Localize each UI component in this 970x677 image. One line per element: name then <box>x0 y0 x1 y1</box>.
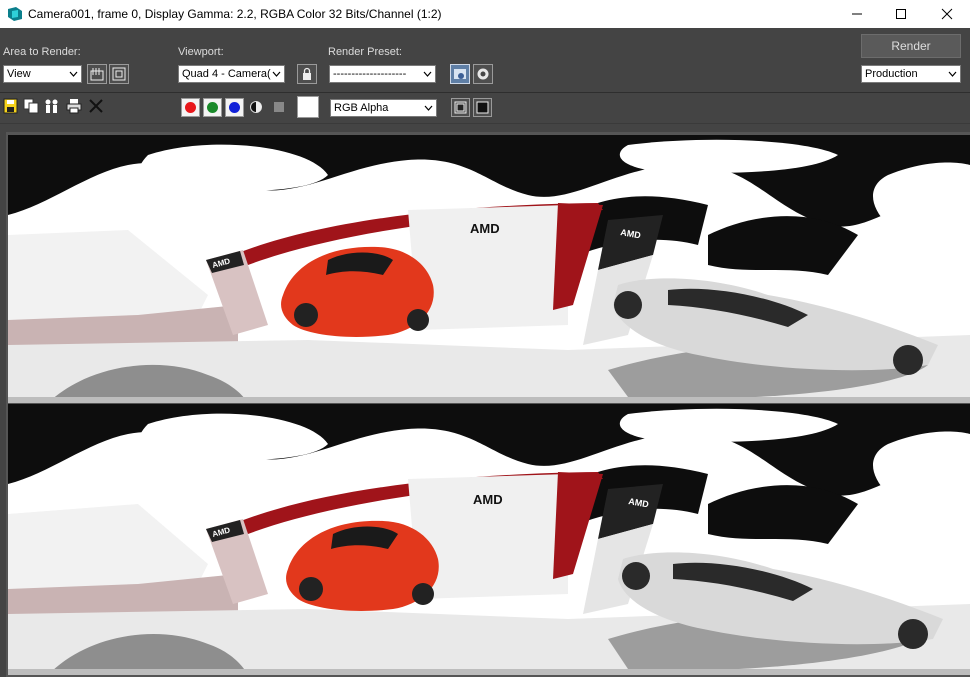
copy-icon[interactable] <box>23 98 39 114</box>
production-value: Production <box>865 68 918 80</box>
blue-dot-icon <box>229 102 240 113</box>
red-channel-toggle[interactable] <box>181 98 200 117</box>
window-toggle-button[interactable] <box>473 98 492 117</box>
production-dropdown[interactable]: Production <box>861 65 961 83</box>
environment-icon <box>454 69 466 79</box>
lock-viewport-button[interactable] <box>297 64 317 84</box>
title-bar: Camera001, frame 0, Display Gamma: 2.2, … <box>0 0 970 28</box>
area-to-render-dropdown[interactable]: View <box>3 65 82 83</box>
app-icon <box>8 7 22 21</box>
color-swatch[interactable] <box>297 96 319 118</box>
display-icon <box>454 101 467 114</box>
clone-icon[interactable] <box>44 98 60 114</box>
alpha-icon[interactable] <box>249 100 263 114</box>
render-panel-top: AMD AMD AMD <box>8 135 970 403</box>
maximize-icon <box>896 9 906 19</box>
render-setup-button[interactable] <box>450 64 470 84</box>
edit-region-button[interactable] <box>87 64 107 84</box>
toolbar-divider <box>0 92 970 93</box>
minimize-button[interactable] <box>834 0 880 28</box>
green-channel-toggle[interactable] <box>203 98 222 117</box>
close-icon <box>941 8 953 20</box>
render-image-top: AMD AMD AMD <box>8 135 970 403</box>
teapot-icon <box>477 68 489 80</box>
viewport-dropdown[interactable]: Quad 4 - Camera( <box>178 65 285 83</box>
chevron-down-icon <box>423 71 432 77</box>
minimize-icon <box>852 13 862 15</box>
chevron-down-icon <box>424 105 433 111</box>
channel-dropdown[interactable]: RGB Alpha <box>330 99 437 117</box>
area-to-render-value: View <box>7 68 31 80</box>
save-icon[interactable] <box>3 98 19 114</box>
channel-value: RGB Alpha <box>334 102 389 114</box>
close-button[interactable] <box>924 0 970 28</box>
render-frame-window-button[interactable] <box>473 64 493 84</box>
frame-divider <box>0 123 970 124</box>
render-button[interactable]: Render <box>861 34 961 58</box>
red-dot-icon <box>185 102 196 113</box>
viewport-value: Quad 4 - Camera( <box>182 68 271 80</box>
display-toggle-button[interactable] <box>451 98 470 117</box>
clear-icon[interactable] <box>88 98 104 114</box>
window-title: Camera001, frame 0, Display Gamma: 2.2, … <box>28 7 442 21</box>
area-to-render-label: Area to Render: <box>3 46 81 58</box>
render-image-bottom: AMD AMD AMD <box>8 404 970 675</box>
chevron-down-icon <box>69 71 78 77</box>
chevron-down-icon <box>272 71 281 77</box>
print-icon[interactable] <box>66 98 82 114</box>
brand-center-text: AMD <box>470 221 500 236</box>
lock-icon <box>303 67 311 80</box>
crop-icon <box>112 67 126 81</box>
render-preset-value: -------------------- <box>333 68 407 80</box>
green-dot-icon <box>207 102 218 113</box>
maximize-button[interactable] <box>878 0 924 28</box>
window-icon <box>476 101 489 114</box>
render-preset-label: Render Preset: <box>328 46 402 58</box>
mono-icon[interactable] <box>272 100 286 114</box>
render-panel-bottom: AMD AMD AMD <box>8 404 970 675</box>
viewport-label: Viewport: <box>178 46 224 58</box>
render-preset-dropdown[interactable]: -------------------- <box>329 65 436 83</box>
region-icon <box>90 68 104 81</box>
blue-channel-toggle[interactable] <box>225 98 244 117</box>
brand-center-text: AMD <box>473 492 503 507</box>
auto-region-button[interactable] <box>109 64 129 84</box>
chevron-down-icon <box>948 71 957 77</box>
swatch-icon <box>300 99 316 115</box>
